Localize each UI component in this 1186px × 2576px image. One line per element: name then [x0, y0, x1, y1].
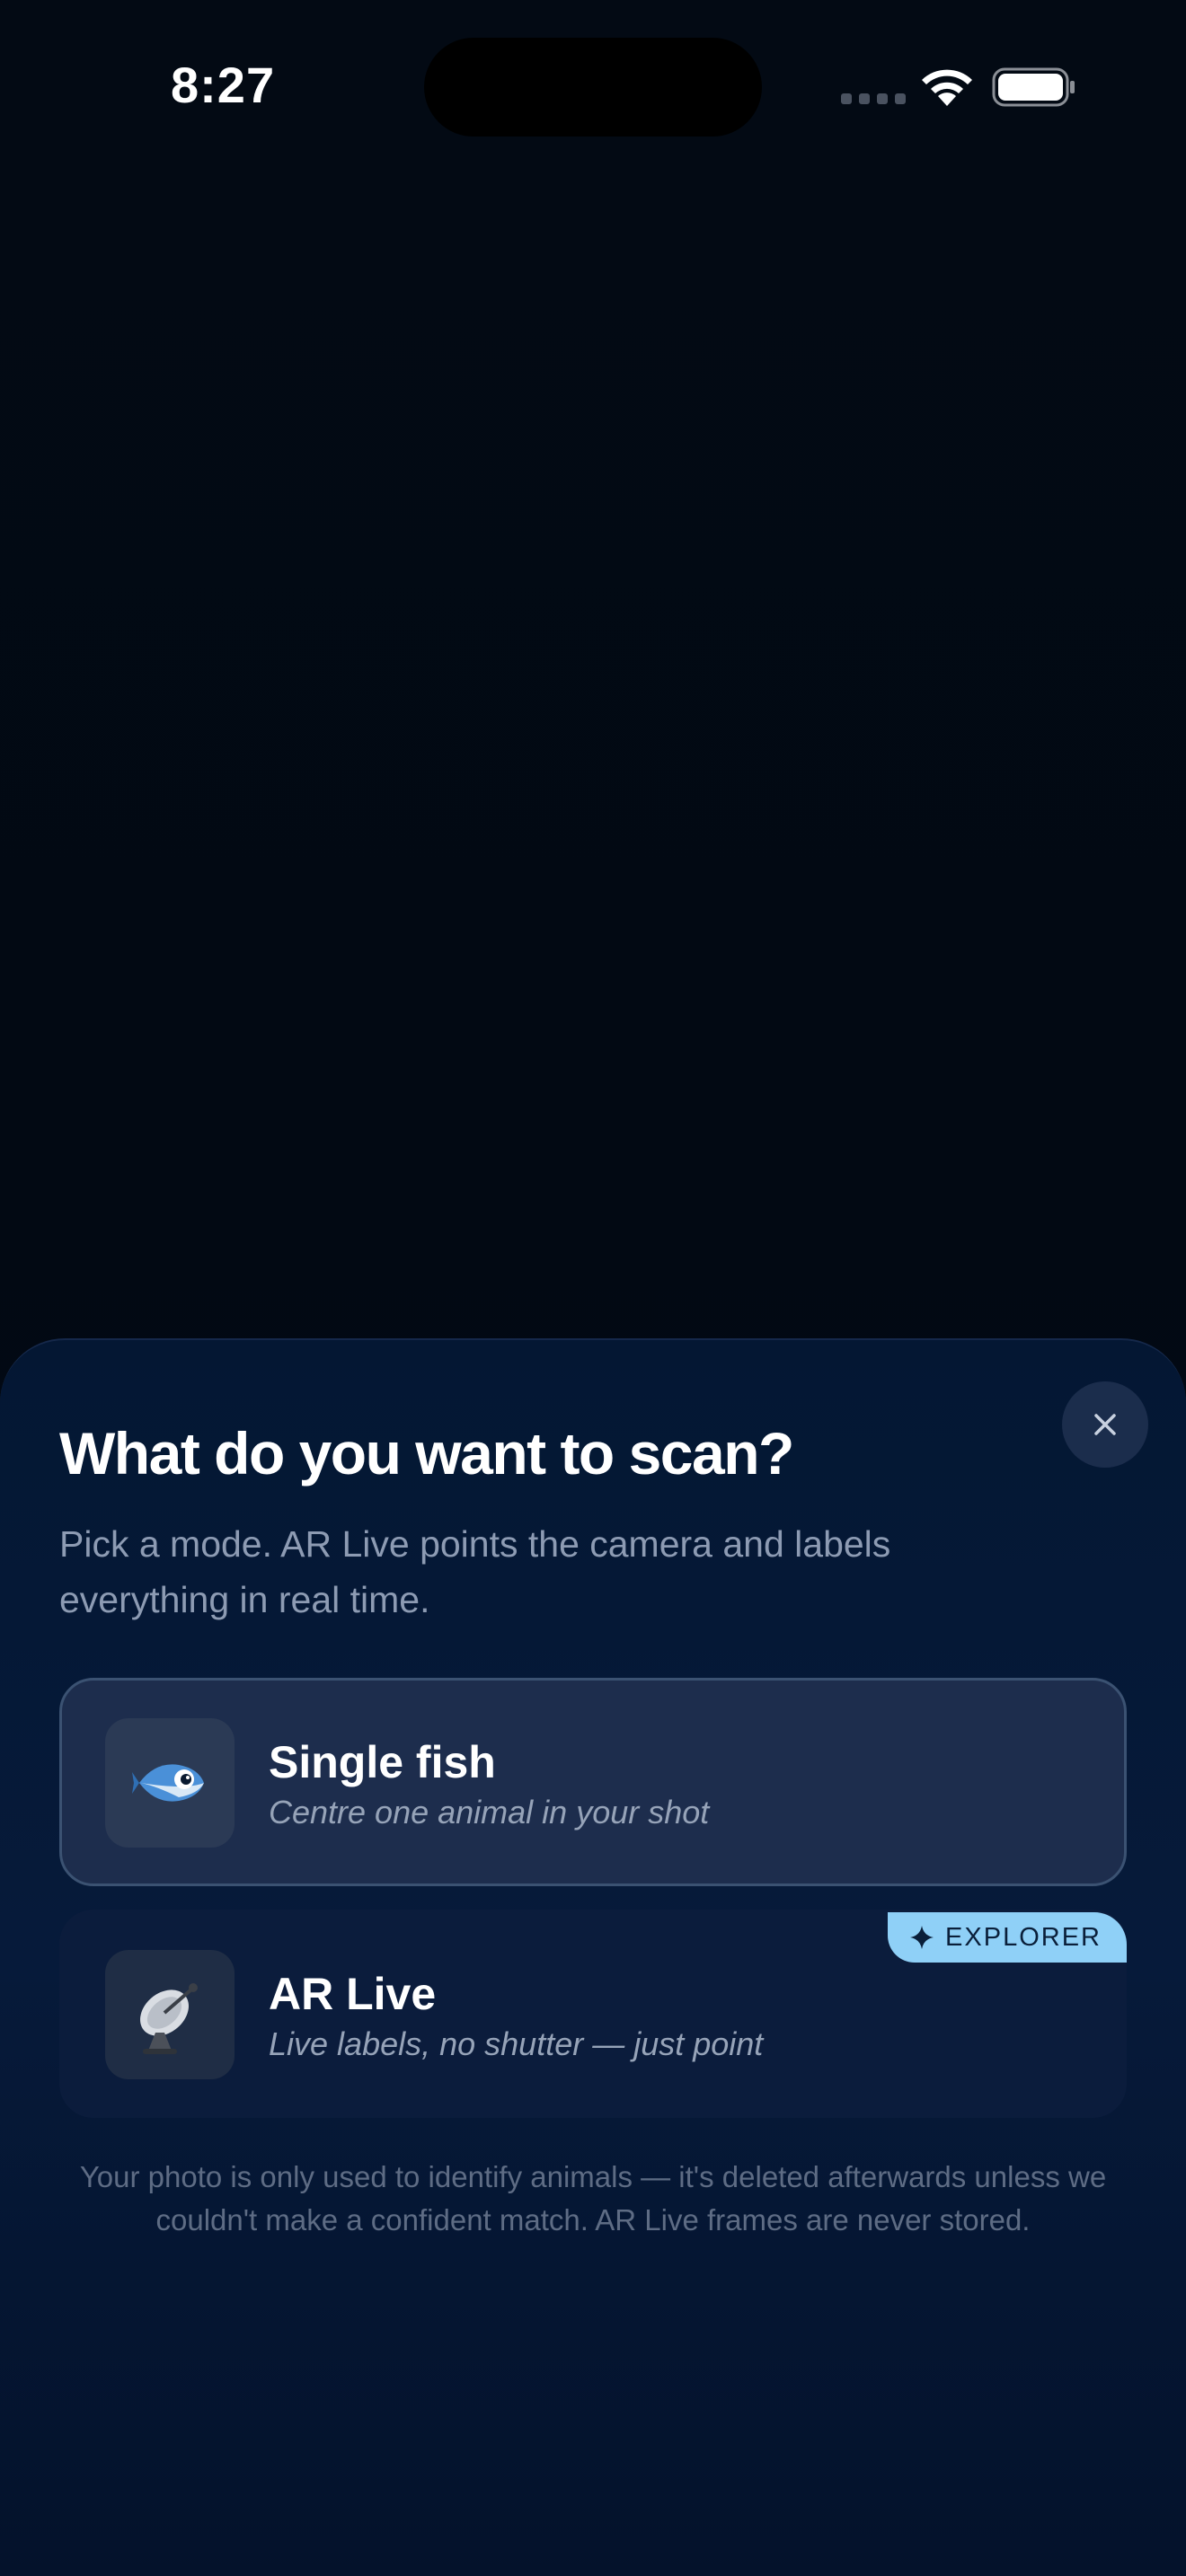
- sheet-title: What do you want to scan?: [59, 1420, 794, 1486]
- satellite-dish-icon: [140, 1983, 198, 2054]
- mode-icon-container: [105, 1718, 235, 1848]
- close-button[interactable]: [1062, 1381, 1148, 1468]
- wifi-icon: [922, 69, 972, 106]
- mode-title: AR Live: [269, 1969, 437, 2019]
- sparkle-icon: [910, 1926, 934, 1949]
- scan-mode-sheet: What do you want to scan? Pick a mode. A…: [0, 1338, 1186, 2576]
- cellular-signal-icon: [841, 93, 906, 104]
- mode-option-single-fish[interactable]: Single fish Centre one animal in your sh…: [59, 1678, 1127, 1886]
- mode-option-ar-live[interactable]: AR Live Live labels, no shutter — just p…: [59, 1910, 1127, 2118]
- dynamic-island: [424, 38, 762, 137]
- mode-title: Single fish: [269, 1737, 496, 1787]
- mode-description: Live labels, no shutter — just point: [269, 2025, 764, 2062]
- sheet-subtitle: Pick a mode. AR Live points the camera a…: [59, 1523, 891, 1620]
- battery-icon: [992, 67, 1075, 107]
- explorer-badge: EXPLORER: [888, 1912, 1127, 1963]
- status-bar: 8:27: [0, 0, 1186, 171]
- mode-icon-container: [105, 1950, 235, 2079]
- close-icon: [1094, 1414, 1116, 1435]
- privacy-note: Your photo is only used to identify anim…: [79, 2160, 1107, 2236]
- fish-icon: [132, 1764, 204, 1802]
- status-time: 8:27: [171, 57, 276, 113]
- mode-description: Centre one animal in your shot: [269, 1794, 710, 1831]
- screen: 8:27 What do you want to scan? Pick a mo…: [0, 0, 1186, 2576]
- badge-label: EXPLORER: [945, 1922, 1102, 1952]
